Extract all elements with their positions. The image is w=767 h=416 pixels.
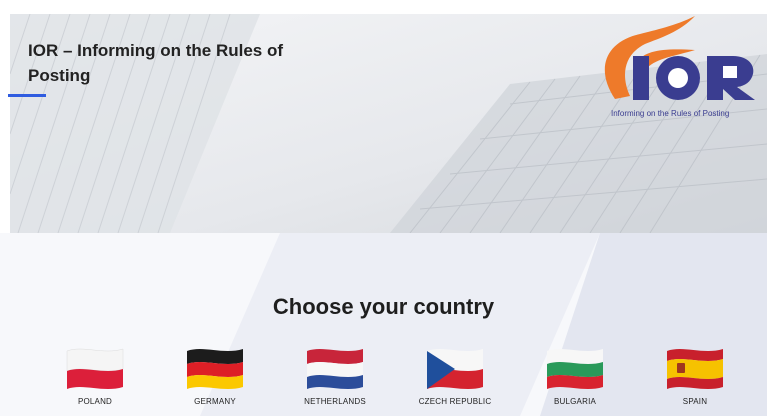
top-bar bbox=[0, 0, 767, 14]
country-name: GERMANY bbox=[194, 397, 236, 406]
country-spain[interactable]: SPAIN bbox=[640, 345, 750, 406]
country-name: CZECH REPUBLIC bbox=[418, 397, 492, 406]
country-name: BULGARIA bbox=[553, 397, 597, 406]
country-netherlands[interactable]: NETHERLANDS bbox=[280, 345, 390, 406]
poland-flag-icon bbox=[66, 348, 124, 389]
country-germany[interactable]: GERMANY bbox=[160, 345, 270, 406]
netherlands-flag-icon bbox=[307, 349, 363, 389]
country-czech-republic[interactable]: CZECH REPUBLIC bbox=[400, 345, 510, 406]
country-name: SPAIN bbox=[682, 397, 708, 406]
logo-tagline: Informing on the Rules of Posting bbox=[611, 109, 730, 118]
germany-flag-icon bbox=[187, 349, 243, 389]
page-title: IOR – Informing on the Rules of Posting bbox=[28, 41, 283, 85]
title-accent-bar bbox=[8, 94, 46, 97]
spain-flag-icon bbox=[667, 349, 723, 389]
ior-logo[interactable]: Informing on the Rules of Posting bbox=[585, 14, 765, 134]
country-name: NETHERLANDS bbox=[304, 397, 366, 406]
country-list: POLAND GERMANY NETHERLANDS CZECH REPUBLI… bbox=[40, 345, 760, 416]
section-heading: Choose your country bbox=[272, 294, 495, 319]
bulgaria-flag-icon bbox=[547, 349, 603, 389]
country-bulgaria[interactable]: BULGARIA bbox=[520, 345, 630, 406]
czech-republic-flag-icon bbox=[427, 349, 483, 389]
country-poland[interactable]: POLAND bbox=[40, 345, 150, 406]
country-name: POLAND bbox=[77, 397, 113, 406]
